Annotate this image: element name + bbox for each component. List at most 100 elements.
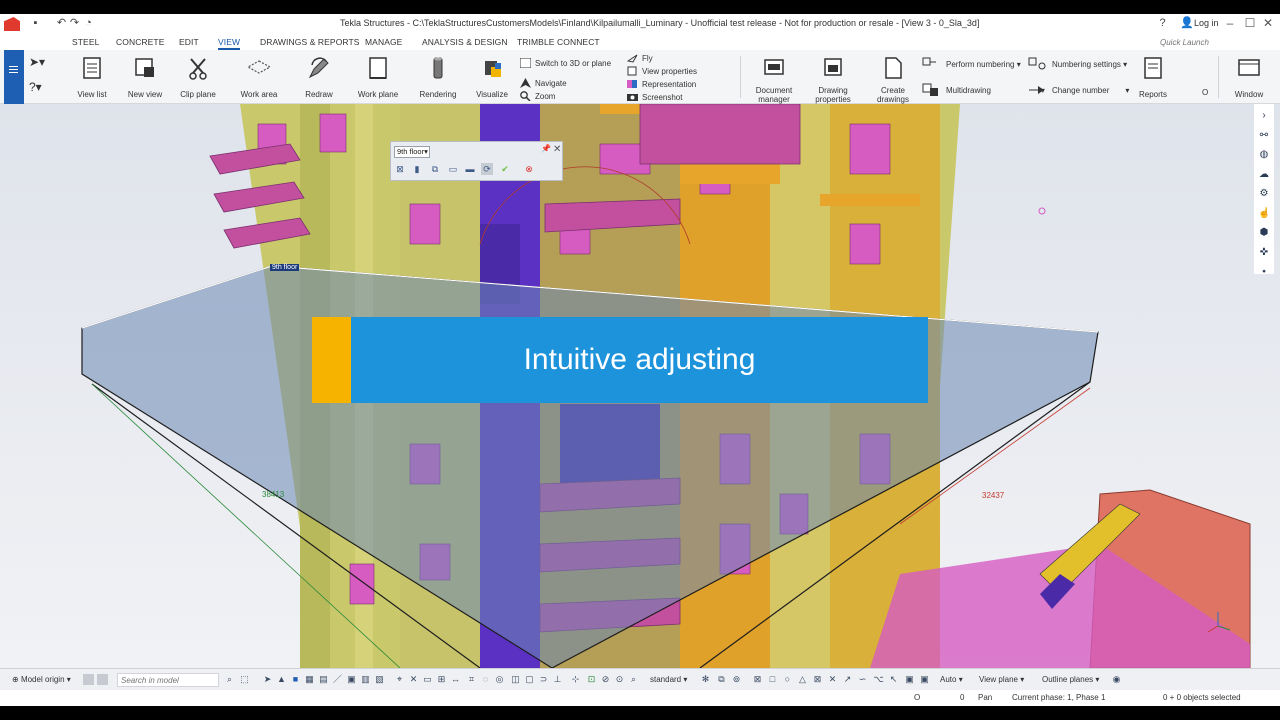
tab-view[interactable]: VIEW xyxy=(218,37,241,50)
toolbar-close-icon[interactable]: ✕ xyxy=(553,144,561,155)
plane-icon[interactable]: ▬ xyxy=(464,163,476,175)
snap-middle-icon[interactable]: ◎ xyxy=(494,674,505,685)
snap-perpendicular-icon[interactable]: ⊥ xyxy=(552,674,563,685)
quick-launch-input[interactable] xyxy=(1158,36,1260,48)
close-icon[interactable]: ✕ xyxy=(1260,16,1276,30)
layers-icon[interactable]: ⧉ xyxy=(716,674,727,685)
screenshot-button[interactable]: Screenshot xyxy=(627,92,682,102)
snap-endpoint-icon[interactable]: ⌖ xyxy=(394,674,405,685)
work-plane-button[interactable]: Work plane xyxy=(355,55,401,99)
side-menu-button[interactable] xyxy=(4,50,24,104)
smart-select-icon[interactable]: ?▾ xyxy=(29,80,42,94)
snap-dim-icon[interactable]: ↔ xyxy=(450,674,461,685)
snap-intersection-icon[interactable]: ✕ xyxy=(827,674,838,685)
window-button[interactable]: Window xyxy=(1230,55,1268,99)
clip-plane-button[interactable]: Clip plane xyxy=(178,55,218,99)
navigate-button[interactable]: Navigate xyxy=(520,78,567,88)
hand-icon[interactable]: ☝ xyxy=(1258,208,1270,220)
tab-steel[interactable]: STEEL xyxy=(72,37,99,47)
select-arrow-icon[interactable]: ➤▾ xyxy=(29,55,45,69)
snap-free-icon[interactable]: ⊡ xyxy=(586,674,597,685)
tab-manage[interactable]: MANAGE xyxy=(365,37,402,47)
cube-icon[interactable]: ⬢ xyxy=(1258,227,1270,239)
create-drawings-button[interactable]: Create drawings xyxy=(872,55,914,104)
auto-dropdown[interactable]: Auto ▾ xyxy=(940,675,963,684)
snap-arrow-icon[interactable]: ↗ xyxy=(842,674,853,685)
view-list-button[interactable]: View list xyxy=(72,55,112,99)
numbering-settings-button[interactable]: Numbering settings ▾ xyxy=(1028,57,1127,71)
cancel-icon[interactable]: ⊗ xyxy=(523,163,535,175)
tab-edit[interactable]: EDIT xyxy=(179,37,199,47)
rendering-button[interactable]: Rendering xyxy=(415,55,461,99)
view-plane-dropdown[interactable]: View plane ▾ xyxy=(979,675,1024,684)
snap-point-icon[interactable]: ⊙ xyxy=(614,674,625,685)
grid-toggle-icon[interactable] xyxy=(83,674,94,685)
fly-button[interactable]: Fly xyxy=(627,53,653,63)
select-pointer-icon[interactable]: ➤ xyxy=(262,674,273,685)
model-viewport[interactable]: 9th floor▾ 📌 ✕ ⊠ ▮ ⧉ ▭ ▬ ⟳ ✔ ⊗ 9th floor… xyxy=(0,104,1280,668)
minimize-icon[interactable]: – xyxy=(1222,16,1238,30)
tekla-logo-icon[interactable] xyxy=(4,17,20,31)
snap-geometry-icon[interactable]: ⌗ xyxy=(466,674,477,685)
snap-triangle-icon[interactable]: △ xyxy=(797,674,808,685)
link-icon[interactable]: ⚯ xyxy=(1258,130,1270,142)
floor-dropdown[interactable]: 9th floor▾ xyxy=(394,146,430,158)
snap-xyz-icon[interactable]: ⌥ xyxy=(873,674,884,685)
snap-toggle-icon[interactable] xyxy=(97,674,108,685)
filter-icon[interactable]: ⬚ xyxy=(239,674,250,685)
snap-box-icon[interactable]: ▭ xyxy=(422,674,433,685)
snap-tile-2-icon[interactable]: ▣ xyxy=(919,674,930,685)
tab-analysis-design[interactable]: ANALYSIS & DESIGN xyxy=(422,37,508,47)
redraw-button[interactable]: Redraw xyxy=(300,55,338,99)
new-view-button[interactable]: New view xyxy=(125,55,165,99)
view-properties-button[interactable]: View properties xyxy=(627,66,697,76)
snap-line-icon[interactable]: ⊘ xyxy=(600,674,611,685)
snap-nearest-icon[interactable]: ◌ xyxy=(480,674,491,685)
snap-center-icon[interactable]: ◫ xyxy=(510,674,521,685)
save-icon[interactable]: ▪ xyxy=(29,17,42,30)
select-bolt-icon[interactable]: ▥ xyxy=(360,674,371,685)
user-icon[interactable]: 👤 xyxy=(1180,17,1194,30)
components-icon[interactable]: ✜ xyxy=(1258,247,1270,259)
representation-button[interactable]: Representation xyxy=(627,79,696,89)
settings-small-icon[interactable]: ✻ xyxy=(700,674,711,685)
snap-plane-icon[interactable]: ▢ xyxy=(524,674,535,685)
drawing-properties-button[interactable]: Drawing properties xyxy=(810,55,856,104)
snap-diagonal-icon[interactable]: ⊠ xyxy=(812,674,823,685)
snap-grid-icon[interactable]: ⊞ xyxy=(436,674,447,685)
outline-planes-dropdown[interactable]: Outline planes ▾ xyxy=(1042,675,1099,684)
select-objects-icon[interactable]: ⊠ xyxy=(394,163,406,175)
cloud-icon[interactable]: ☁ xyxy=(1258,169,1270,181)
document-manager-button[interactable]: Document manager xyxy=(752,55,796,104)
select-line-icon[interactable]: ／ xyxy=(332,674,343,685)
rotate-icon[interactable]: ⟳ xyxy=(481,163,493,175)
clip-icon[interactable]: ⧉ xyxy=(429,163,441,175)
snap-circle-icon[interactable]: ○ xyxy=(782,674,793,685)
snap-zoom-icon[interactable]: ⌕ xyxy=(628,674,639,685)
visualize-button[interactable]: Visualize xyxy=(470,55,514,99)
select-part-icon[interactable]: ■ xyxy=(290,674,301,685)
maximize-icon[interactable]: ☐ xyxy=(1242,16,1258,30)
snap-cross-icon[interactable]: ✕ xyxy=(408,674,419,685)
snap-extend-icon[interactable]: ⊃ xyxy=(538,674,549,685)
search-icon[interactable]: ⌕ xyxy=(224,674,235,685)
tab-concrete[interactable]: CONCRETE xyxy=(116,37,165,47)
model-origin-dropdown[interactable]: ⊕ Model origin ▾ xyxy=(12,675,71,684)
snap-angle-icon[interactable]: ↖ xyxy=(888,674,899,685)
globe-icon[interactable]: ◍ xyxy=(1258,149,1270,161)
select-weld-icon[interactable]: ▤ xyxy=(318,674,329,685)
snap-tile-icon[interactable]: ▣ xyxy=(904,674,915,685)
perform-numbering-button[interactable]: Perform numbering ▾ xyxy=(922,57,1021,71)
reports-button[interactable]: Reports xyxy=(1136,55,1170,99)
eye-icon[interactable]: ◉ xyxy=(1111,674,1122,685)
snap-box-2-icon[interactable]: ⊠ xyxy=(752,674,763,685)
select-rebar-icon[interactable]: ▣ xyxy=(346,674,357,685)
change-number-button[interactable]: Change number ▾ xyxy=(1028,83,1129,97)
floor-up-icon[interactable]: ▮ xyxy=(411,163,423,175)
switch-3d-plane-button[interactable]: Switch to 3D or plane xyxy=(520,58,611,68)
tab-trimble-connect[interactable]: TRIMBLE CONNECT xyxy=(517,37,600,47)
snap-curve-icon[interactable]: ∽ xyxy=(857,674,868,685)
search-model-input[interactable] xyxy=(117,673,219,687)
standard-dropdown[interactable]: standard ▾ xyxy=(650,675,687,684)
select-grid-icon[interactable]: ▦ xyxy=(304,674,315,685)
